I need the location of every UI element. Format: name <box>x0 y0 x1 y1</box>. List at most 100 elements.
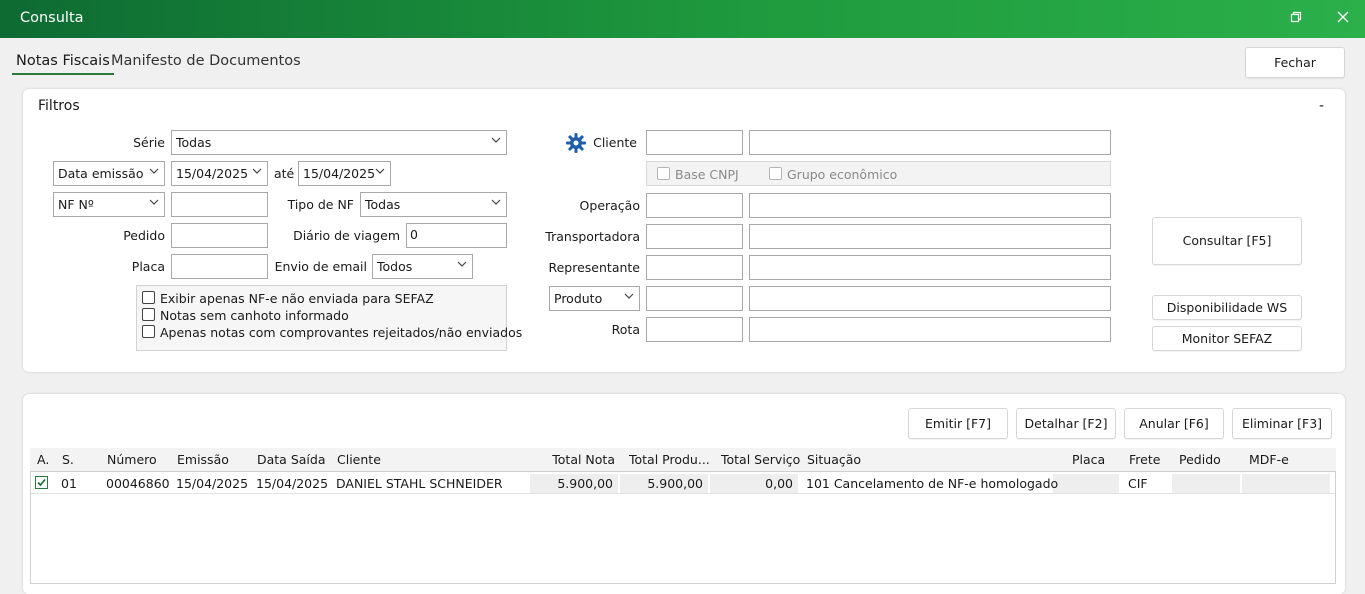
col-header-pedido[interactable]: Pedido <box>1179 452 1221 467</box>
restore-icon[interactable] <box>1286 9 1306 29</box>
envio-email-label: Envio de email <box>274 259 367 274</box>
base-cnpj-checkbox[interactable] <box>657 167 670 180</box>
chevron-down-icon <box>149 199 159 205</box>
transportadora-code-input[interactable] <box>646 224 743 249</box>
nf-number-input[interactable] <box>171 192 268 217</box>
col-header-numero[interactable]: Número <box>107 452 157 467</box>
tipo-nf-select[interactable]: Todas <box>360 192 507 217</box>
chevron-down-icon <box>375 168 385 174</box>
emitir-button[interactable]: Emitir [F7] <box>908 408 1008 439</box>
nf-type-select[interactable]: NF Nº <box>53 192 165 217</box>
diario-label: Diário de viagem <box>293 228 400 243</box>
placa-label: Placa <box>131 259 165 274</box>
cell-total-nota: 5.900,00 <box>557 476 613 491</box>
col-header-placa[interactable]: Placa <box>1072 452 1105 467</box>
diario-input[interactable]: 0 <box>406 223 507 248</box>
cell-bg-pedido <box>1172 474 1240 493</box>
cliente-code-input[interactable] <box>646 130 743 155</box>
title-bar: Consulta <box>0 0 1365 38</box>
check-sem-canhoto-label: Notas sem canhoto informado <box>160 308 349 323</box>
col-header-data-saida[interactable]: Data Saída <box>257 452 325 467</box>
nf-type-value: NF Nº <box>58 197 94 212</box>
operacao-code-input[interactable] <box>646 193 743 218</box>
rota-code-input[interactable] <box>646 317 743 342</box>
operacao-name-input[interactable] <box>749 193 1111 218</box>
chevron-down-icon <box>491 199 501 205</box>
operacao-label: Operação <box>579 198 640 213</box>
representante-name-input[interactable] <box>749 255 1111 280</box>
date-type-value: Data emissão <box>58 166 144 181</box>
check-nfe-nao-enviada[interactable] <box>142 291 155 304</box>
col-header-situacao[interactable]: Situação <box>807 452 861 467</box>
consultar-button[interactable]: Consultar [F5] <box>1152 217 1302 265</box>
chevron-down-icon <box>624 293 634 299</box>
serie-label: Série <box>133 135 165 150</box>
col-header-frete[interactable]: Frete <box>1129 452 1160 467</box>
anular-button[interactable]: Anular [F6] <box>1124 408 1224 439</box>
transportadora-label: Transportadora <box>545 229 640 244</box>
rota-name-input[interactable] <box>749 317 1111 342</box>
produto-value: Produto <box>554 291 603 306</box>
tipo-nf-value: Todas <box>365 197 401 212</box>
cell-data-saida: 15/04/2025 <box>256 476 329 491</box>
col-header-a[interactable]: A. <box>37 452 49 467</box>
row-select-checkbox[interactable] <box>35 476 48 489</box>
disponibilidade-ws-button[interactable]: Disponibilidade WS <box>1152 295 1302 320</box>
tab-manifesto-documentos[interactable]: Manifesto de Documentos <box>111 53 301 75</box>
col-header-cliente[interactable]: Cliente <box>337 452 381 467</box>
grupo-economico-checkbox[interactable] <box>769 167 782 180</box>
col-header-total-servico[interactable]: Total Serviço <box>721 452 800 467</box>
representante-label: Representante <box>548 260 640 275</box>
cell-total-produtos: 5.900,00 <box>647 476 703 491</box>
tab-notas-fiscais[interactable]: Notas Fiscais <box>12 53 114 75</box>
monitor-sefaz-button[interactable]: Monitor SEFAZ <box>1152 326 1302 351</box>
chevron-down-icon <box>491 137 501 143</box>
col-header-total-nota[interactable]: Total Nota <box>530 452 615 467</box>
serie-select[interactable]: Todas <box>171 130 507 155</box>
col-header-serie[interactable]: S. <box>62 452 74 467</box>
representante-code-input[interactable] <box>646 255 743 280</box>
check-comprovantes-rejeitados[interactable] <box>142 325 155 338</box>
col-header-mdfe[interactable]: MDF-e <box>1249 452 1289 467</box>
cell-total-servico: 0,00 <box>765 476 793 491</box>
pedido-input[interactable] <box>171 223 268 248</box>
ate-label: até <box>274 166 295 181</box>
rota-label: Rota <box>611 322 640 337</box>
fechar-button[interactable]: Fechar <box>1245 47 1345 78</box>
check-sem-canhoto[interactable] <box>142 308 155 321</box>
cell-emissao: 15/04/2025 <box>176 476 249 491</box>
check-nfe-nao-enviada-label: Exibir apenas NF-e não enviada para SEFA… <box>160 291 434 306</box>
filters-title: Filtros <box>38 98 80 114</box>
close-icon[interactable] <box>1333 9 1353 29</box>
envio-email-value: Todos <box>377 259 413 274</box>
cell-cliente: DANIEL STAHL SCHNEIDER <box>336 476 503 491</box>
envio-email-select[interactable]: Todos <box>372 254 473 279</box>
col-header-emissao[interactable]: Emissão <box>177 452 229 467</box>
collapse-filters-button[interactable]: - <box>1319 98 1324 114</box>
date-to-value: 15/04/2025 <box>303 166 376 181</box>
produto-code-input[interactable] <box>646 286 743 311</box>
col-header-total-produtos[interactable]: Total Produ... <box>629 452 710 467</box>
produto-select[interactable]: Produto <box>549 286 640 311</box>
serie-value: Todas <box>176 135 212 150</box>
date-from-picker[interactable]: 15/04/2025 <box>171 161 268 186</box>
produto-name-input[interactable] <box>749 286 1111 311</box>
cell-situacao: 101 Cancelamento de NF-e homologado <box>806 476 1059 491</box>
date-to-picker[interactable]: 15/04/2025 <box>298 161 391 186</box>
date-from-value: 15/04/2025 <box>176 166 249 181</box>
check-comprovantes-rejeitados-label: Apenas notas com comprovantes rejeitados… <box>160 325 523 340</box>
detalhar-button[interactable]: Detalhar [F2] <box>1016 408 1116 439</box>
cliente-name-input[interactable] <box>749 130 1111 155</box>
cell-bg-mdfe <box>1242 474 1330 493</box>
transportadora-name-input[interactable] <box>749 224 1111 249</box>
base-cnpj-label: Base CNPJ <box>675 167 739 182</box>
tipo-nf-label: Tipo de NF <box>287 197 354 212</box>
date-type-select[interactable]: Data emissão <box>53 161 165 186</box>
cell-bg-placa <box>1053 474 1119 493</box>
chevron-down-icon <box>252 168 262 174</box>
cell-serie: 01 <box>61 476 77 491</box>
cliente-label: Cliente <box>593 135 637 150</box>
pedido-label: Pedido <box>123 228 165 243</box>
placa-input[interactable] <box>171 254 268 279</box>
eliminar-button[interactable]: Eliminar [F3] <box>1232 408 1332 439</box>
